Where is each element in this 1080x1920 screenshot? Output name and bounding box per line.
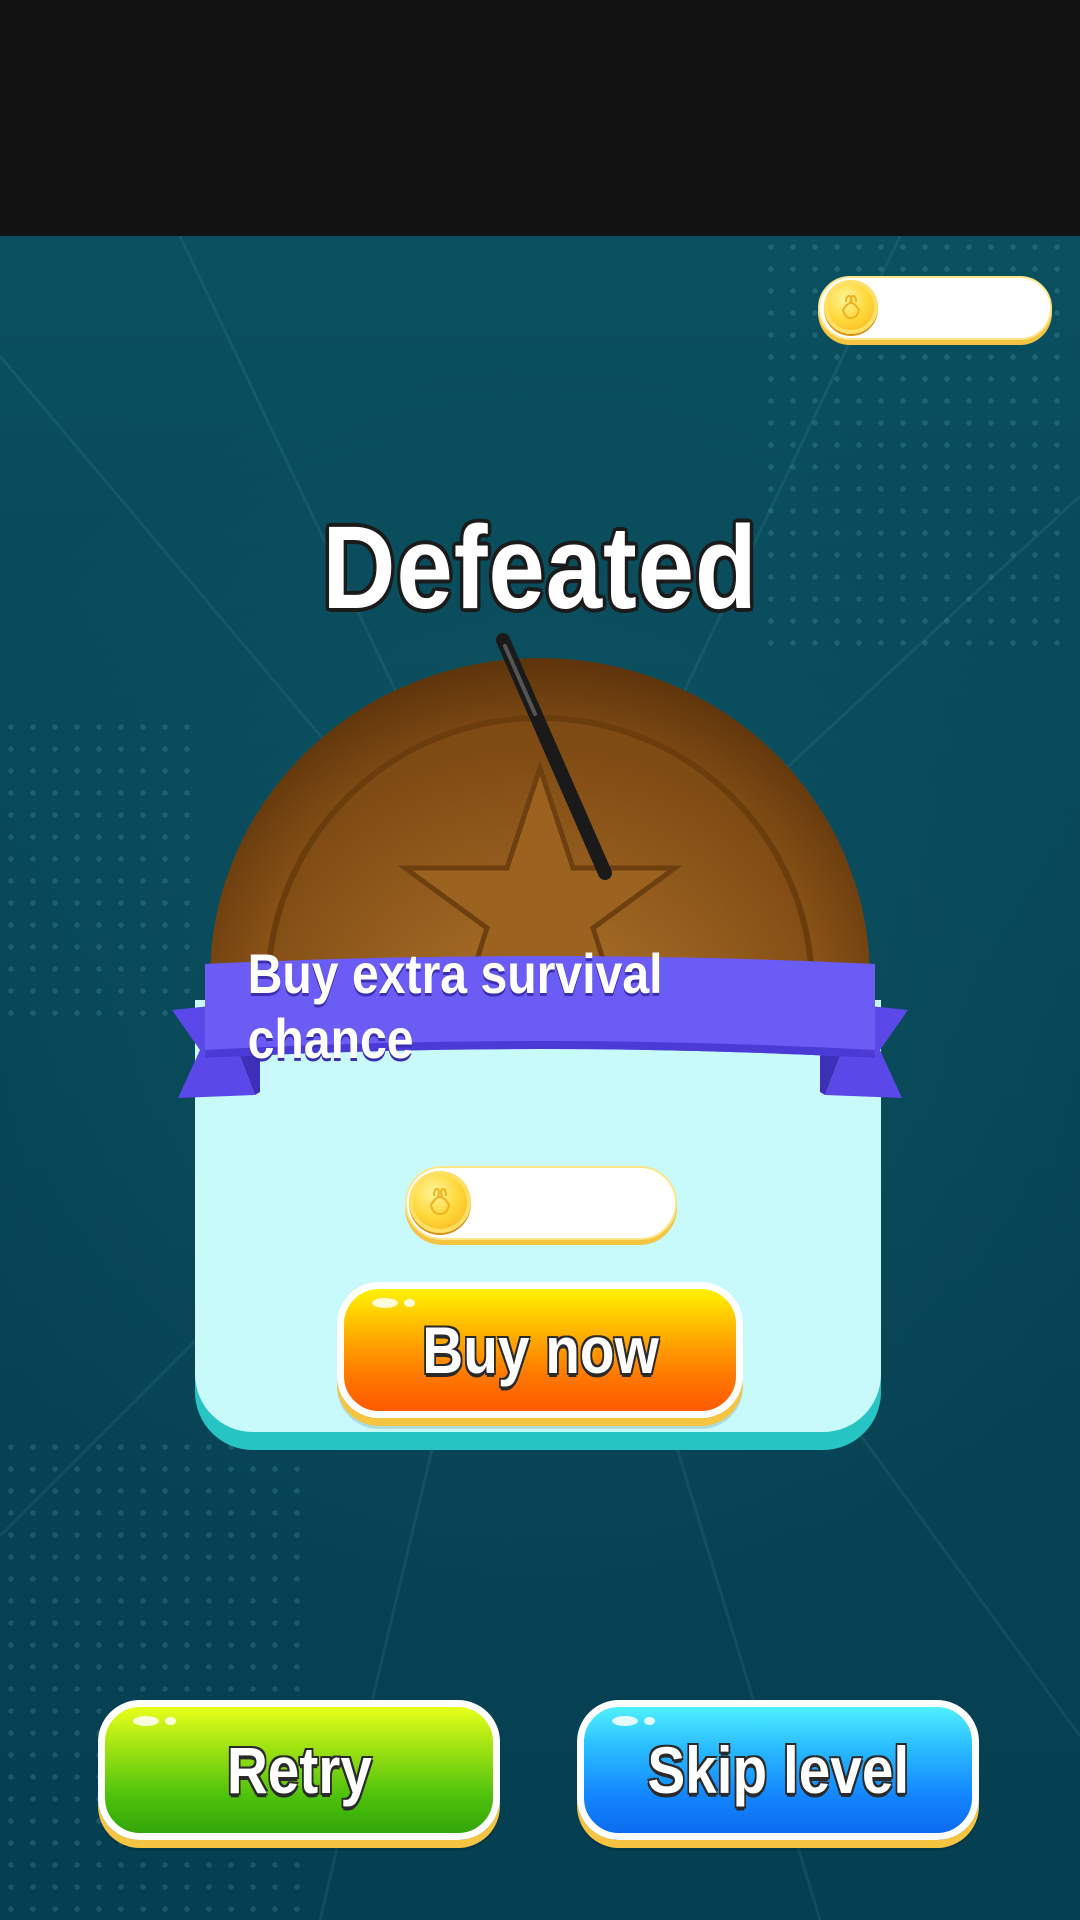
coin-icon (824, 280, 878, 334)
coin-icon (409, 1171, 471, 1233)
retry-label: Retry (226, 1733, 372, 1807)
dot-pattern (0, 1436, 300, 1916)
retry-button[interactable]: Retry (98, 1700, 500, 1840)
buy-now-button[interactable]: Buy now (337, 1282, 743, 1418)
skip-level-label: Skip level (647, 1733, 909, 1807)
offer-price-pill (405, 1166, 677, 1240)
skip-level-button[interactable]: Skip level (577, 1700, 979, 1840)
buy-now-label: Buy now (421, 1313, 659, 1387)
result-title: Defeated (322, 502, 758, 634)
offer-ribbon-text: Buy extra survival chance (247, 942, 663, 1070)
status-bar-area (0, 0, 1080, 236)
coin-balance-pill (818, 276, 1052, 340)
